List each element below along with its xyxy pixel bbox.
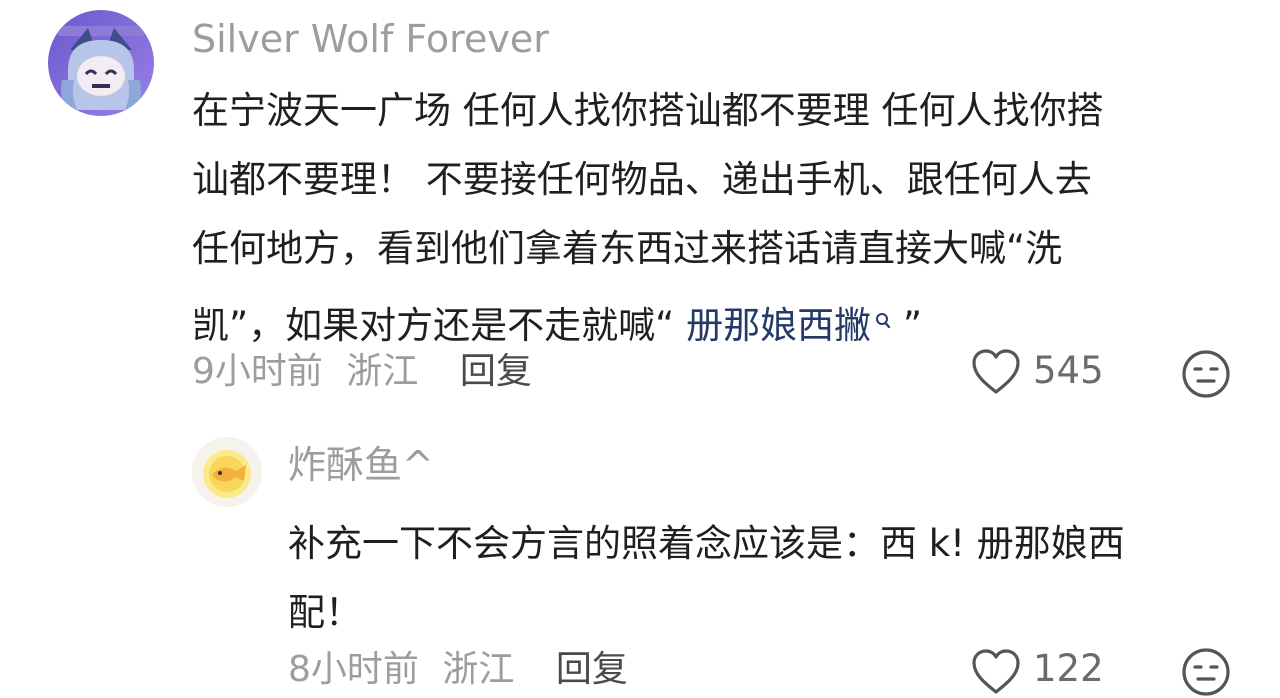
reply-button[interactable]: 回复 xyxy=(460,351,532,392)
avatar[interactable] xyxy=(48,10,154,116)
heart-outline-icon[interactable] xyxy=(970,648,1022,696)
comment-text: 补充一下不会方言的照着念应该是：西 k! 册那娘西 配！ xyxy=(288,509,1248,647)
comment-text-line: 补充一下不会方言的照着念应该是：西 k! 册那娘西 xyxy=(288,522,1125,565)
comment-text-line: 配！ xyxy=(288,591,362,634)
search-link-text[interactable]: 册那娘西撇 xyxy=(686,304,871,347)
like-count: 122 xyxy=(1033,647,1104,690)
comment-time: 9小时前 xyxy=(192,351,323,392)
comment-text: 在宁波天一广场 任何人找你搭讪都不要理 任何人找你搭 讪都不要理！ 不要接任何物… xyxy=(192,76,1262,360)
comment-text-line: 任何地方，看到他们拿着东西过来搭话请直接大喊“洗 xyxy=(192,227,1063,270)
comment-text-segment: 凯”，如果对方还是不走就喊“ xyxy=(192,304,687,347)
comment-time: 8小时前 xyxy=(288,649,419,690)
comment-meta: 8小时前 浙江 回复 xyxy=(288,652,628,688)
like-count: 545 xyxy=(1033,349,1104,392)
meh-face-icon[interactable] xyxy=(1180,646,1232,698)
magnifier-icon[interactable] xyxy=(875,283,891,352)
comment-text-segment: ” xyxy=(891,304,923,347)
comment-meta: 9小时前 浙江 回复 xyxy=(192,354,532,390)
reply-button[interactable]: 回复 xyxy=(556,649,628,690)
comment-text-line: 在宁波天一广场 任何人找你搭讪都不要理 任何人找你搭 xyxy=(192,89,1104,132)
heart-outline-icon[interactable] xyxy=(970,348,1022,396)
meh-face-icon[interactable] xyxy=(1180,348,1232,400)
comment-username[interactable]: 炸酥鱼^ xyxy=(288,446,434,484)
avatar[interactable] xyxy=(192,437,262,507)
comment-location: 浙江 xyxy=(346,351,419,392)
search-link[interactable]: 册那娘西撇 xyxy=(686,304,891,347)
comment-text-line: 讪都不要理！ 不要接任何物品、递出手机、跟任何人去 xyxy=(192,158,1092,201)
comment-username[interactable]: Silver Wolf Forever xyxy=(192,20,549,58)
comment-location: 浙江 xyxy=(442,649,515,690)
